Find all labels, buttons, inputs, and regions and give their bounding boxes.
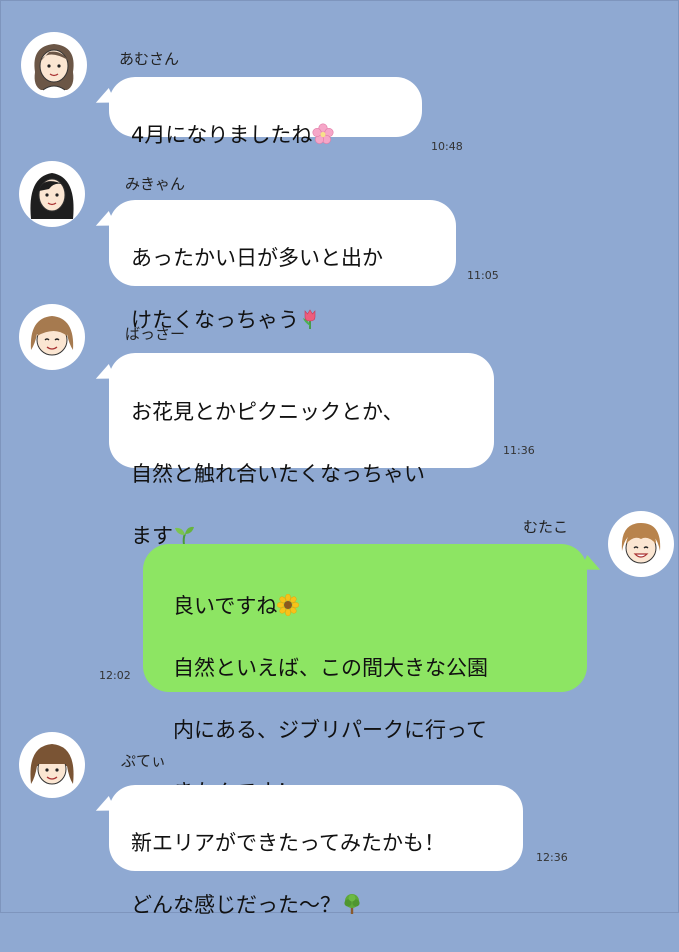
sender-name: あむさん <box>119 50 180 68</box>
cherry-blossom-icon <box>312 123 334 145</box>
message-text-line: 良いですね <box>173 594 278 618</box>
timestamp: 11:36 <box>503 444 535 457</box>
message-text-line: 自然と触れ合いたくなっちゃい <box>131 462 425 486</box>
avatar-mutako[interactable] <box>608 511 674 577</box>
seedling-icon <box>173 524 195 546</box>
timestamp: 12:36 <box>536 851 568 864</box>
message-text-line: あったかい日が多いと出か <box>131 246 383 270</box>
timestamp: 11:05 <box>467 269 499 282</box>
chat-window: あむさん 4月になりましたね 10:48 みきゃん あったかい日が多いと出か け… <box>0 0 679 917</box>
message-text-line: 自然といえば、この間大きな公園 <box>173 656 488 680</box>
timestamp: 10:48 <box>431 140 463 153</box>
my-message-bubble[interactable]: 良いですね 自然といえば、この間大きな公園 内にある、ジブリパークに行って きた… <box>143 544 587 804</box>
message-bubble[interactable]: 新エリアができたってみたかも！ どんな感じだった〜？ <box>109 785 523 917</box>
message-text-line: どんな感じだった〜？ <box>131 893 341 917</box>
message-text-line: 新エリアができたってみたかも！ <box>131 831 445 855</box>
message-text-line: お花見とかピクニックとか、 <box>131 400 404 424</box>
sunflower-icon <box>277 594 300 616</box>
avatar-puti[interactable] <box>19 732 85 798</box>
message-bubble[interactable]: あったかい日が多いと出か けたくなっちゃう <box>109 200 456 332</box>
avatar-bassa[interactable] <box>19 304 85 370</box>
sender-name: ぷてぃ <box>121 752 167 770</box>
tree-icon <box>341 893 363 915</box>
message-text-line: 4月になりましたね <box>131 123 313 147</box>
timestamp: 12:02 <box>99 669 131 682</box>
avatar-mikyan[interactable] <box>19 161 85 227</box>
sender-name: みきゃん <box>125 175 186 193</box>
avatar-amusan[interactable] <box>21 32 87 98</box>
message-text-line: 内にある、ジブリパークに行って <box>173 718 487 742</box>
sender-name: ばっさー <box>125 325 186 343</box>
message-bubble[interactable]: 4月になりましたね <box>109 77 422 147</box>
message-bubble[interactable]: お花見とかピクニックとか、 自然と触れ合いたくなっちゃい ます <box>109 353 494 548</box>
tulip-icon <box>299 308 321 330</box>
sender-name: むたこ <box>523 518 569 536</box>
